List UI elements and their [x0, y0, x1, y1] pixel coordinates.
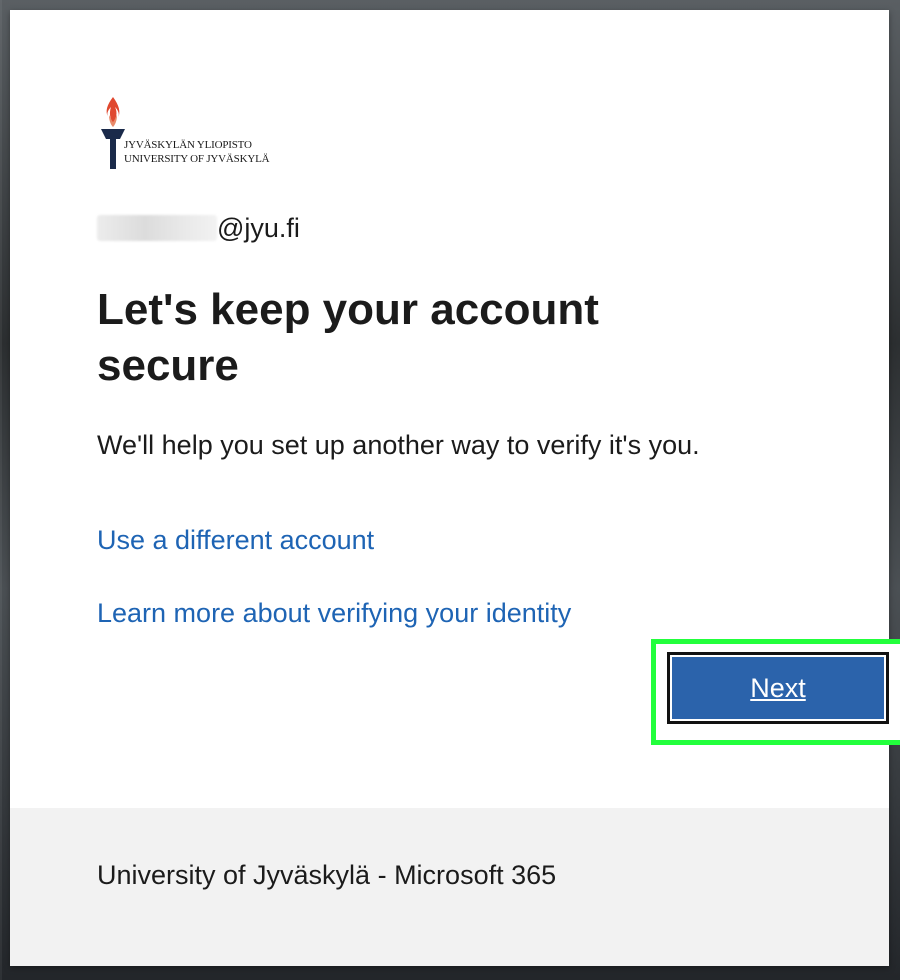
footer-text: University of Jyväskylä - Microsoft 365 [97, 860, 557, 890]
logo-wordmark: JYVÄSKYLÄN YLIOPISTO UNIVERSITY OF JYVÄS… [124, 138, 270, 166]
logo-line-finnish: JYVÄSKYLÄN YLIOPISTO [124, 139, 252, 151]
use-different-account-link[interactable]: Use a different account [97, 525, 374, 556]
description-text: We'll help you set up another way to ver… [97, 430, 700, 460]
sign-in-dialog: JYVÄSKYLÄN YLIOPISTO UNIVERSITY OF JYVÄS… [10, 10, 900, 966]
learn-more-link[interactable]: Learn more about verifying your identity [97, 598, 571, 629]
redacted-username [97, 215, 217, 241]
next-button[interactable]: Next [667, 652, 889, 724]
next-button-highlight: Next [651, 639, 900, 745]
page-title: Let's keep your account secure [97, 285, 599, 390]
university-logo: JYVÄSKYLÄN YLIOPISTO UNIVERSITY OF JYVÄS… [97, 95, 287, 171]
footer: University of Jyväskylä - Microsoft 365 [10, 808, 889, 966]
email-domain: @jyu.fi [217, 212, 300, 243]
logo-line-english: UNIVERSITY OF JYVÄSKYLÄ [124, 153, 270, 165]
account-identity: @jyu.fi [97, 210, 300, 246]
